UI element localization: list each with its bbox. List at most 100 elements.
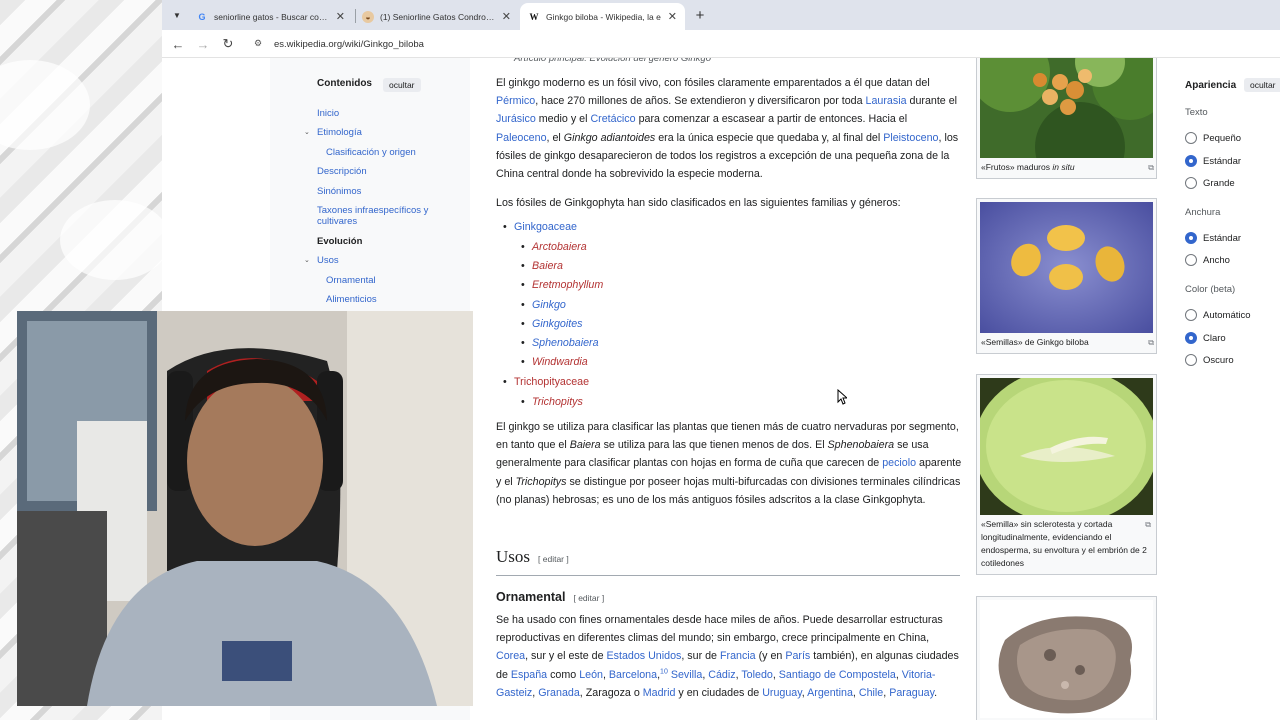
fossil-image[interactable] (980, 600, 1153, 718)
inline-link[interactable]: Toledo (741, 669, 773, 681)
radio-dot[interactable] (1185, 254, 1197, 266)
reload-button[interactable]: ↻ (219, 35, 237, 53)
site-info-icon[interactable]: ⚙ (254, 38, 266, 50)
heading-text: Ornamental (496, 590, 566, 604)
toc-item-clasificacion[interactable]: Clasificación y origen (326, 147, 416, 158)
inline-link[interactable]: Francia (720, 650, 756, 662)
toc-item-evolucion[interactable]: Evolución (317, 236, 362, 247)
toc-item-taxones[interactable]: Taxones infraespecíficos y (317, 205, 428, 216)
genus-windwardia[interactable]: Windwardia (521, 353, 588, 371)
radio-width-wide[interactable]: Ancho (1185, 254, 1230, 266)
enlarge-icon[interactable]: ⧉ (1148, 338, 1154, 348)
seeds-image[interactable] (980, 202, 1153, 333)
genus-sphenobaiera[interactable]: Sphenobaiera (521, 334, 598, 352)
inline-link[interactable]: Barcelona (609, 669, 657, 681)
reference-superscript[interactable]: 10 (660, 668, 668, 675)
chevron-down-icon[interactable]: ⌄ (304, 255, 310, 266)
radio-dot[interactable] (1185, 232, 1197, 244)
radio-dot[interactable] (1185, 332, 1197, 344)
toc-item-etimologia[interactable]: ⌄ Etimología (304, 127, 362, 138)
main-article-note[interactable]: Artículo principal: Evolución del género… (514, 58, 711, 68)
tab-search-button[interactable]: ▼ (169, 7, 185, 23)
radio-text-standard[interactable]: Estándar (1185, 155, 1241, 167)
text-size-label: Texto (1185, 107, 1208, 118)
inline-link[interactable]: peciolo (882, 457, 916, 469)
inline-link[interactable]: España (511, 669, 547, 681)
genus-ginkgoites[interactable]: Ginkgoites (521, 315, 582, 333)
inline-link[interactable]: Madrid (643, 687, 676, 699)
radio-color-dark[interactable]: Oscuro (1185, 354, 1234, 366)
inline-link[interactable]: Jurásico (496, 113, 536, 125)
inline-link[interactable]: Pérmico (496, 95, 535, 107)
inline-link[interactable]: Sevilla (671, 669, 702, 681)
enlarge-icon[interactable]: ⧉ (1148, 163, 1154, 173)
toc-item-inicio[interactable]: Inicio (317, 108, 339, 119)
address-bar[interactable]: ⚙ es.wikipedia.org/wiki/Ginkgo_biloba (246, 33, 1276, 55)
inline-link[interactable]: Pleistoceno (883, 132, 938, 144)
enlarge-icon[interactable]: ⧉ (1145, 518, 1151, 531)
close-icon[interactable]: ✕ (668, 10, 677, 23)
text-run: «Semillas» de Ginkgo biloba (981, 337, 1089, 347)
paragraph-ornamental: Se ha usado con fines ornamentales desde… (496, 611, 962, 702)
radio-text-small[interactable]: Pequeño (1185, 132, 1241, 144)
inline-link[interactable]: Paleoceno (496, 132, 547, 144)
inline-link[interactable]: Corea (496, 650, 525, 662)
edit-link[interactable]: [ editar ] (573, 593, 604, 603)
close-icon[interactable]: ✕ (336, 10, 345, 23)
radio-color-auto[interactable]: Automático (1185, 309, 1251, 321)
toc-hide-button[interactable]: ocultar (383, 78, 421, 92)
inline-link[interactable]: Laurasia (866, 95, 907, 107)
edit-link[interactable]: [ editar ] (538, 554, 569, 564)
radio-label: Oscuro (1203, 354, 1234, 366)
inline-link[interactable]: Argentina (807, 687, 853, 699)
radio-width-standard[interactable]: Estándar (1185, 232, 1241, 244)
text-run: , sur de (681, 650, 720, 663)
tab-wikipedia[interactable]: W Ginkgo biloba - Wikipedia, la e ✕ (520, 3, 685, 30)
genus-arctobaiera[interactable]: Arctobaiera (521, 238, 587, 256)
radio-dot[interactable] (1185, 354, 1197, 366)
inline-link[interactable]: León (579, 669, 603, 681)
family-ginkgoaceae[interactable]: Ginkgoaceae (503, 218, 577, 236)
genus-baiera[interactable]: Baiera (521, 257, 563, 275)
back-button[interactable]: ← (169, 35, 187, 53)
radio-dot[interactable] (1185, 155, 1197, 167)
radio-label: Grande (1203, 177, 1235, 189)
text-run: (y en (755, 650, 786, 663)
radio-label: Claro (1203, 332, 1226, 344)
new-tab-button[interactable]: + (690, 5, 710, 25)
inline-link[interactable]: Paraguay (889, 687, 934, 699)
toc-item-alimenticios[interactable]: Alimenticios (326, 294, 377, 305)
fruits-image[interactable] (980, 58, 1153, 158)
radio-dot[interactable] (1185, 309, 1197, 321)
toc-item-taxones-cont[interactable]: cultivares (317, 216, 357, 227)
forward-button[interactable]: → (194, 35, 212, 53)
toc-item-ornamental[interactable]: Ornamental (326, 275, 376, 286)
appearance-hide-button[interactable]: ocultar (1244, 78, 1280, 92)
chevron-down-icon[interactable]: ⌄ (304, 127, 310, 138)
close-icon[interactable]: ✕ (502, 10, 511, 23)
toc-item-descripcion[interactable]: Descripción (317, 166, 367, 177)
family-trichopityaceae[interactable]: Trichopityaceae (503, 373, 589, 391)
inline-link[interactable]: París (785, 650, 810, 662)
radio-dot[interactable] (1185, 132, 1197, 144)
inline-link[interactable]: Santiago de Compostela (779, 669, 896, 681)
toc-item-usos[interactable]: ⌄ Usos (304, 255, 339, 266)
inline-link[interactable]: Uruguay (762, 687, 802, 699)
text-run: Baiera (569, 439, 601, 452)
radio-dot[interactable] (1185, 177, 1197, 189)
radio-text-large[interactable]: Grande (1185, 177, 1235, 189)
inline-link[interactable]: Estados Unidos (607, 650, 682, 662)
inline-link[interactable]: Chile (859, 687, 883, 699)
genus-ginkgo[interactable]: Ginkgo (521, 296, 566, 314)
genus-eretmophyllum[interactable]: Eretmophyllum (521, 276, 603, 294)
tab-google-search[interactable]: G seniorline gatos - Buscar con G ✕ (188, 3, 353, 30)
text-run: durante el (906, 95, 958, 108)
inline-link[interactable]: Cretácico (590, 113, 635, 125)
seed-section-image[interactable] (980, 378, 1153, 515)
toc-item-sinonimos[interactable]: Sinónimos (317, 186, 361, 197)
inline-link[interactable]: Granada (538, 687, 580, 699)
genus-trichopitys[interactable]: Trichopitys (521, 393, 583, 411)
radio-color-light[interactable]: Claro (1185, 332, 1226, 344)
inline-link[interactable]: Cádiz (708, 669, 735, 681)
tab-seniorline[interactable]: ◒ (1) Seniorline Gatos Condroprot ✕ (354, 3, 519, 30)
